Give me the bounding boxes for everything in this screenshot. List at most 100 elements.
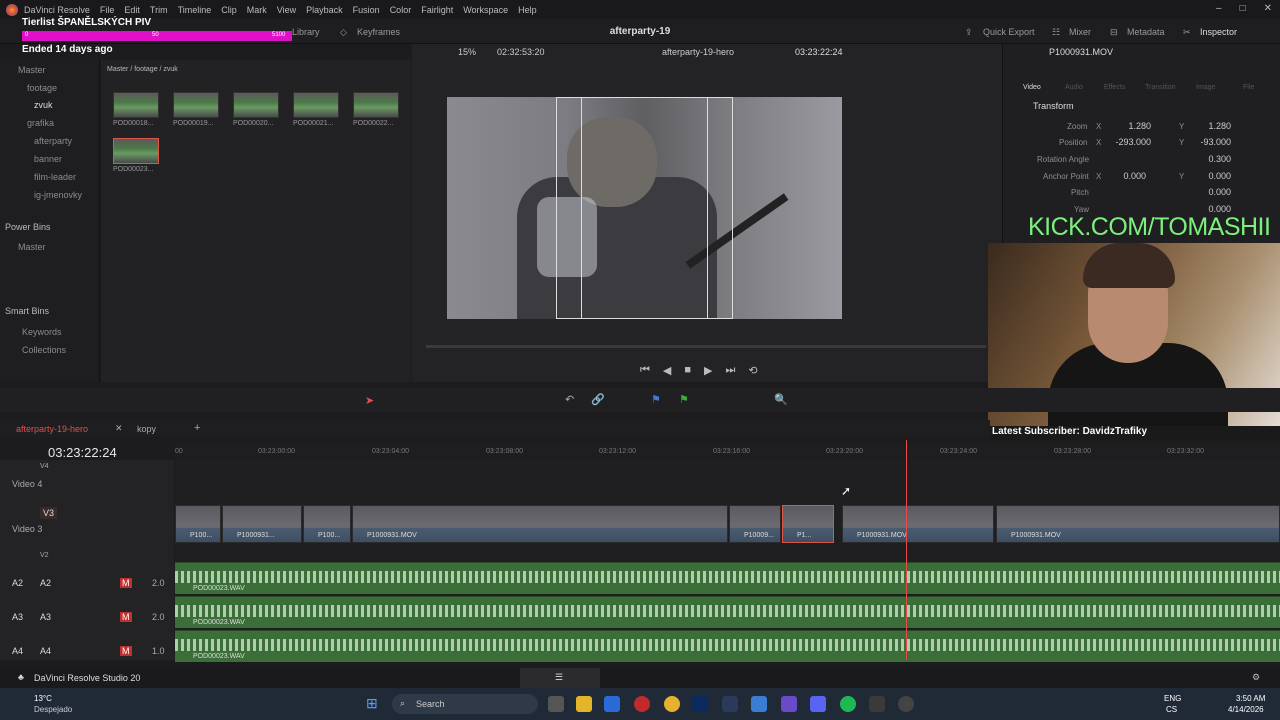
skip-end-icon[interactable]: ⏭ bbox=[726, 364, 736, 377]
mute-a3-button[interactable]: M bbox=[120, 612, 132, 622]
apps-grid-icon[interactable] bbox=[751, 696, 767, 712]
menu-mark[interactable]: Mark bbox=[247, 5, 267, 15]
video-clip[interactable]: P100... bbox=[175, 505, 221, 543]
a4-patch[interactable]: A4 bbox=[40, 646, 51, 656]
media-thumb[interactable] bbox=[113, 92, 159, 118]
video-clip-selected[interactable]: P1... bbox=[782, 505, 834, 543]
video-clip[interactable]: P1000931... bbox=[222, 505, 302, 543]
playhead[interactable] bbox=[906, 440, 907, 660]
video-clip[interactable]: P1000931.MOV bbox=[352, 505, 728, 543]
position-y-field[interactable]: -93.000 bbox=[1183, 137, 1231, 147]
skip-start-icon[interactable]: ⏮ bbox=[640, 364, 650, 377]
menu-trim[interactable]: Trim bbox=[150, 5, 168, 15]
marker-icon[interactable]: ⚑ bbox=[651, 393, 661, 406]
zoom-x-field[interactable]: 1.280 bbox=[1103, 121, 1151, 131]
anchor-x-field[interactable]: 0.000 bbox=[1103, 171, 1146, 181]
smart-bin-collections[interactable]: Collections bbox=[22, 345, 66, 355]
app-icon[interactable] bbox=[722, 696, 738, 712]
bin-film-leader[interactable]: film-leader bbox=[34, 172, 76, 182]
loop-icon[interactable]: ⟲ bbox=[748, 364, 757, 377]
photoshop-icon[interactable] bbox=[692, 696, 708, 712]
smart-bin-keywords[interactable]: Keywords bbox=[22, 327, 62, 337]
video-clip[interactable]: P1000931.MOV bbox=[996, 505, 1280, 543]
minimize-icon[interactable]: – bbox=[1216, 3, 1222, 14]
power-bin-master[interactable]: Master bbox=[18, 242, 46, 252]
davinci-taskbar-icon[interactable] bbox=[869, 696, 885, 712]
inspector-button[interactable]: Inspector bbox=[1200, 27, 1237, 37]
zoom-y-field[interactable]: 1.280 bbox=[1183, 121, 1231, 131]
media-thumb[interactable] bbox=[233, 92, 279, 118]
tab-effects[interactable]: Effects bbox=[1104, 84, 1125, 91]
menu-playback[interactable]: Playback bbox=[306, 5, 343, 15]
snapping-icon[interactable]: ↶ bbox=[565, 393, 574, 406]
clock-date[interactable]: 4/14/2026 bbox=[1228, 705, 1264, 714]
v2-tag[interactable]: V2 bbox=[40, 552, 49, 559]
mute-a2-button[interactable]: M bbox=[120, 578, 132, 588]
spotify-icon[interactable] bbox=[840, 696, 856, 712]
viewer-scrub-bar[interactable] bbox=[426, 345, 986, 348]
bin-master[interactable]: Master bbox=[18, 65, 46, 75]
menu-fusion[interactable]: Fusion bbox=[353, 5, 380, 15]
a4-tag[interactable]: A4 bbox=[12, 646, 23, 656]
transform-heading[interactable]: Transform bbox=[1033, 101, 1074, 111]
menu-file[interactable]: File bbox=[100, 5, 115, 15]
audio-clip-a4[interactable]: POD00023.WAV bbox=[175, 630, 1280, 662]
audio-clip-a3[interactable]: POD00023.WAV bbox=[175, 596, 1280, 628]
media-thumb[interactable] bbox=[293, 92, 339, 118]
tab-image[interactable]: Image bbox=[1196, 84, 1215, 91]
language-label[interactable]: ENG bbox=[1164, 694, 1181, 703]
bin-afterparty[interactable]: afterparty bbox=[34, 136, 72, 146]
menu-clip[interactable]: Clip bbox=[221, 5, 237, 15]
add-tab-icon[interactable]: + bbox=[194, 422, 200, 434]
bin-ig-jmenovky[interactable]: ig-jmenovky bbox=[34, 190, 82, 200]
menu-color[interactable]: Color bbox=[390, 5, 412, 15]
v4-tag[interactable]: V4 bbox=[40, 463, 49, 470]
explorer-icon[interactable] bbox=[576, 696, 592, 712]
menu-help[interactable]: Help bbox=[518, 5, 537, 15]
app-icon[interactable] bbox=[634, 696, 650, 712]
mixer-button[interactable]: Mixer bbox=[1069, 27, 1091, 37]
clock-time[interactable]: 3:50 AM bbox=[1236, 694, 1265, 703]
media-thumb[interactable] bbox=[173, 92, 219, 118]
v3-tag[interactable]: V3 bbox=[40, 507, 58, 519]
taskbar-search[interactable]: ⌕ Search bbox=[392, 694, 538, 714]
menu-edit[interactable]: Edit bbox=[124, 5, 140, 15]
app-icon[interactable] bbox=[781, 696, 797, 712]
a3-tag[interactable]: A3 bbox=[12, 612, 23, 622]
settings-icon[interactable]: ⚙ bbox=[1252, 672, 1260, 683]
steam-icon[interactable] bbox=[604, 696, 620, 712]
pitch-field[interactable]: 0.000 bbox=[1183, 187, 1231, 197]
quick-export-button[interactable]: Quick Export bbox=[983, 27, 1035, 37]
bin-grafika[interactable]: grafika bbox=[27, 118, 54, 128]
menu-view[interactable]: View bbox=[277, 5, 296, 15]
stop-icon[interactable]: ■ bbox=[684, 364, 691, 377]
menu-workspace[interactable]: Workspace bbox=[463, 5, 508, 15]
audio-clip-a2[interactable]: POD00023.WAV bbox=[175, 562, 1280, 594]
timeline-ruler[interactable]: 00 03:23:00:00 03:23:04:00 03:23:08:00 0… bbox=[175, 442, 1280, 460]
video-clip[interactable]: P10009... bbox=[729, 505, 781, 543]
start-icon[interactable]: ⊞ bbox=[366, 695, 378, 712]
a3-patch[interactable]: A3 bbox=[40, 612, 51, 622]
task-view-icon[interactable] bbox=[548, 696, 564, 712]
tab-transition[interactable]: Transition bbox=[1145, 84, 1175, 91]
tab-video[interactable]: Video bbox=[1023, 84, 1041, 91]
close-tab-icon[interactable]: ✕ bbox=[115, 423, 123, 434]
timeline-tracks[interactable]: P100... P1000931... P100... P1000931.MOV… bbox=[175, 460, 1280, 662]
close-icon[interactable]: ✕ bbox=[1264, 3, 1272, 14]
mute-a4-button[interactable]: M bbox=[120, 646, 132, 656]
tab-timeline-kopy[interactable]: kopy bbox=[137, 424, 156, 434]
anchor-y-field[interactable]: 0.000 bbox=[1183, 171, 1231, 181]
position-x-field[interactable]: -293.000 bbox=[1098, 137, 1151, 147]
timeline-selector[interactable]: afterparty-19-hero bbox=[662, 47, 734, 57]
bin-zvuk[interactable]: zvuk bbox=[34, 100, 53, 110]
tab-audio[interactable]: Audio bbox=[1065, 84, 1083, 91]
flag-icon[interactable]: ⚑ bbox=[679, 393, 689, 406]
video-clip[interactable]: P100... bbox=[303, 505, 351, 543]
language-sub-label[interactable]: CS bbox=[1166, 705, 1177, 714]
link-icon[interactable]: 🔗 bbox=[591, 393, 605, 406]
reverse-icon[interactable]: ◀ bbox=[663, 364, 671, 377]
menu-fairlight[interactable]: Fairlight bbox=[421, 5, 453, 15]
media-thumb[interactable] bbox=[353, 92, 399, 118]
discord-icon[interactable] bbox=[810, 696, 826, 712]
maximize-icon[interactable]: □ bbox=[1240, 3, 1246, 14]
